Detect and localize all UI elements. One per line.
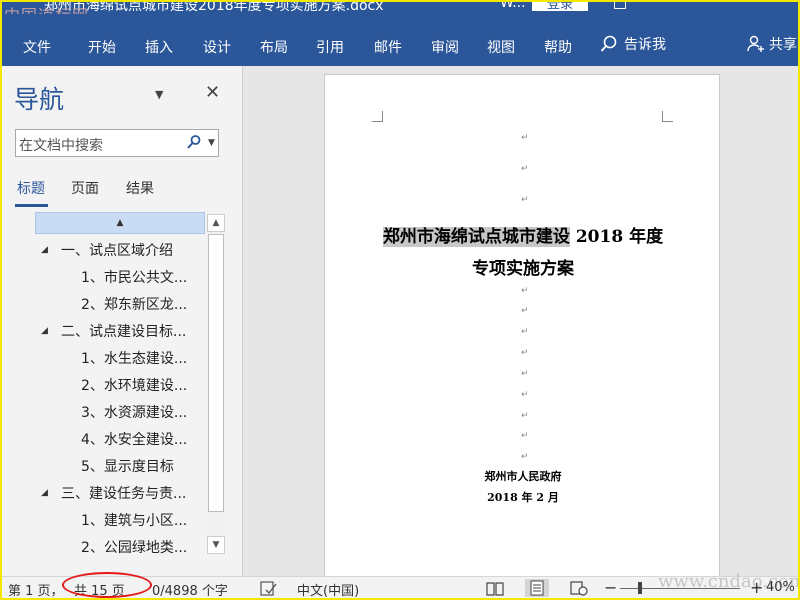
expand-triangle-icon[interactable]: ◢ — [41, 326, 48, 336]
share-button[interactable]: 共享 — [747, 34, 797, 54]
heading-item[interactable]: 5、显示度目标 — [81, 456, 174, 476]
title-bar: 郑州市海绵试点城市建设2018年度专项实施方案.docx W... 登录 — [2, 2, 798, 14]
expand-triangle-icon[interactable]: ◢ — [41, 245, 48, 255]
chevron-down-icon[interactable]: ▼ — [155, 88, 163, 101]
expand-triangle-icon[interactable]: ◢ — [41, 488, 48, 498]
paragraph-mark: ↵ — [521, 327, 529, 337]
nav-scrollbar[interactable]: ▲ ▼ — [207, 214, 225, 554]
word-window: 郑州市海绵试点城市建设2018年度专项实施方案.docx W... 登录 中国道… — [0, 0, 800, 600]
document-canvas[interactable]: ↵ ↵ ↵ 郑州市海绵试点城市建设 2018 年度 专项实施方案 ↵ ↵ ↵ ↵… — [243, 66, 798, 584]
heading-item[interactable]: 2、公园绿地类... — [81, 537, 187, 557]
scroll-thumb[interactable] — [208, 234, 224, 512]
issuer-line: 郑州市人民政府 — [484, 470, 562, 483]
paragraph-mark: ↵ — [521, 348, 529, 358]
word-count[interactable]: 0/4898 个字 — [152, 580, 228, 598]
person-add-icon — [747, 35, 764, 52]
web-layout-icon[interactable] — [570, 581, 588, 596]
scroll-up-icon[interactable]: ▲ — [207, 214, 225, 232]
share-label: 共享 — [769, 37, 797, 53]
search-options-chevron-icon[interactable]: ▼ — [208, 138, 215, 148]
paragraph-mark: ↵ — [521, 411, 529, 421]
tell-me-box[interactable]: 告诉我 — [600, 34, 666, 54]
active-tab-indicator — [15, 204, 48, 207]
heading-item[interactable]: 1、水生态建设... — [81, 348, 187, 368]
page-indicator[interactable]: 第 1 页， — [8, 580, 64, 598]
menu-review[interactable]: 审阅 — [431, 37, 459, 57]
menu-view[interactable]: 视图 — [487, 37, 515, 57]
search-placeholder: 在文档中搜索 — [19, 138, 103, 154]
paragraph-mark: ↵ — [521, 306, 529, 316]
zoom-slider-thumb[interactable] — [638, 582, 642, 594]
paragraph-mark: ↵ — [521, 390, 529, 400]
collapse-all-bar[interactable]: ▲ — [35, 212, 205, 234]
heading-item[interactable]: 4、水安全建设... — [81, 429, 187, 449]
scroll-down-icon[interactable]: ▼ — [207, 536, 225, 554]
nav-pane-title: 导航 — [14, 85, 65, 114]
crop-mark — [662, 111, 673, 122]
heading-item[interactable]: 1、建筑与小区... — [81, 510, 187, 530]
menu-layout[interactable]: 布局 — [260, 37, 288, 57]
heading-item[interactable]: 1、市民公共文... — [81, 267, 187, 287]
menu-insert[interactable]: 插入 — [145, 37, 173, 57]
zoom-in-icon[interactable]: + — [750, 578, 763, 597]
search-input[interactable]: 在文档中搜索 ▼ — [15, 129, 219, 157]
paragraph-mark: ↵ — [521, 164, 529, 174]
document-page[interactable]: ↵ ↵ ↵ 郑州市海绵试点城市建设 2018 年度 专项实施方案 ↵ ↵ ↵ ↵… — [324, 74, 720, 584]
status-bar: 第 1 页， 共 15 页 0/4898 个字 中文(中国) − www.cnd… — [2, 571, 798, 598]
menu-file[interactable]: 文件 — [23, 37, 51, 57]
app-name: W... — [500, 2, 526, 11]
menu-help[interactable]: 帮助 — [544, 37, 572, 57]
paragraph-mark: ↵ — [521, 452, 529, 462]
search-icon[interactable] — [186, 134, 202, 150]
heading-item[interactable]: 2、水环境建设... — [81, 375, 187, 395]
tab-pages[interactable]: 页面 — [71, 178, 99, 198]
print-layout-icon[interactable] — [525, 579, 549, 597]
heading-item[interactable]: 三、建设任务与责... — [61, 483, 186, 503]
restore-icon[interactable] — [614, 2, 626, 9]
menu-home[interactable]: 开始 — [88, 37, 116, 57]
menu-design[interactable]: 设计 — [203, 37, 231, 57]
paragraph-mark: ↵ — [521, 286, 529, 296]
date-line: 2018 年 2 月 — [487, 491, 559, 504]
tell-me-label: 告诉我 — [624, 37, 666, 53]
paragraph-mark: ↵ — [521, 431, 529, 441]
heading-item[interactable]: 二、试点建设目标... — [61, 321, 186, 341]
document-title-line2: 专项实施方案 — [325, 254, 721, 279]
window-title: 郑州市海绵试点城市建设2018年度专项实施方案.docx — [44, 2, 384, 14]
read-mode-icon[interactable] — [486, 581, 504, 596]
zoom-level[interactable]: 40% — [766, 580, 795, 595]
zoom-out-icon[interactable]: − — [604, 578, 617, 597]
heading-item[interactable]: 2、郑东新区龙... — [81, 294, 187, 314]
document-title-line1: 郑州市海绵试点城市建设 2018 年度 — [325, 222, 721, 247]
close-icon[interactable]: ✕ — [205, 82, 220, 103]
heading-item[interactable]: 3、水资源建设... — [81, 402, 187, 422]
paragraph-mark: ↵ — [521, 195, 529, 205]
tab-results[interactable]: 结果 — [126, 178, 154, 198]
title-highlight: 郑州市海绵试点城市建设 — [382, 227, 570, 247]
paragraph-mark: ↵ — [521, 133, 529, 143]
language-indicator[interactable]: 中文(中国) — [297, 580, 359, 598]
title-year: 2018 年度 — [569, 227, 664, 247]
menu-references[interactable]: 引用 — [316, 37, 344, 57]
crop-mark — [372, 111, 383, 122]
menu-mailings[interactable]: 邮件 — [374, 37, 402, 57]
highlight-annotation-oval — [62, 572, 152, 598]
paragraph-mark: ↵ — [521, 369, 529, 379]
login-button[interactable]: 登录 — [532, 2, 588, 12]
proofing-icon[interactable] — [260, 581, 278, 596]
title-subtitle: 专项实施方案 — [472, 259, 574, 279]
tab-headings[interactable]: 标题 — [17, 178, 45, 198]
lightbulb-search-icon — [600, 35, 617, 52]
navigation-pane: 导航 ▼ ✕ 在文档中搜索 ▼ 标题 页面 结果 ▲ ◢ 一、试点区域介绍 1、… — [2, 66, 243, 576]
heading-item[interactable]: 一、试点区域介绍 — [61, 240, 173, 260]
ribbon: 文件 开始 插入 设计 布局 引用 邮件 审阅 视图 帮助 告诉我 共享 — [2, 14, 798, 66]
